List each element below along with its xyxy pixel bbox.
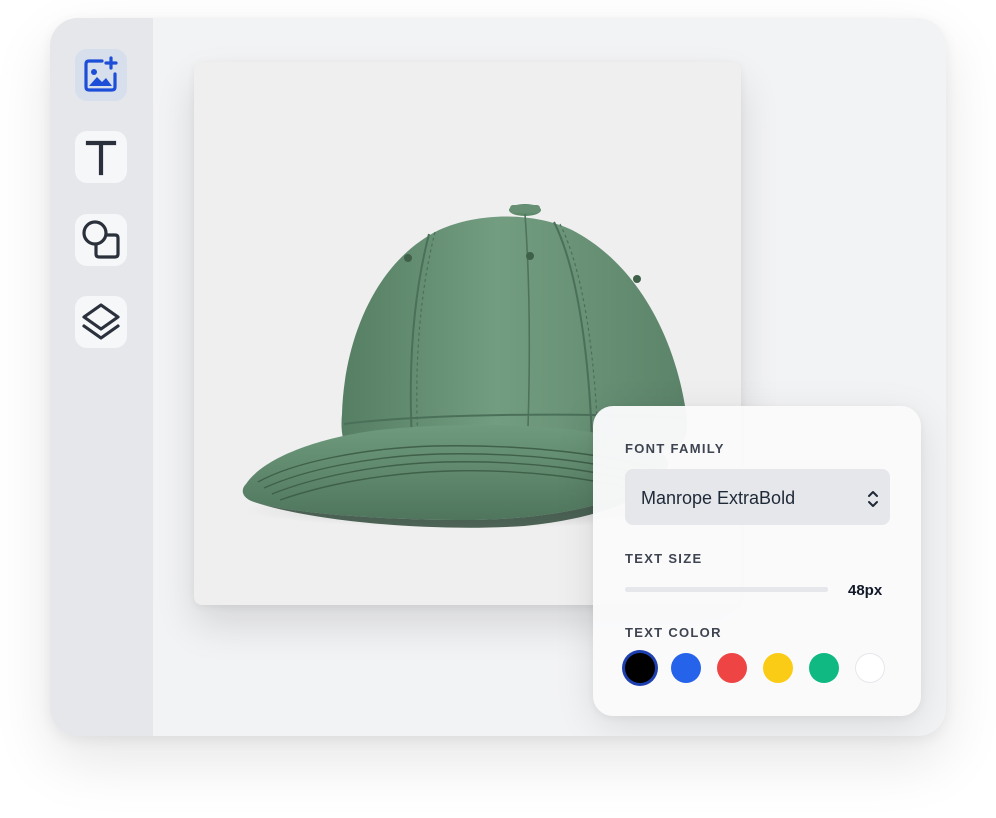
font-family-select[interactable]: Manrope ExtraBold xyxy=(625,469,890,525)
layers-icon xyxy=(82,303,120,340)
font-family-label: FONT FAMILY xyxy=(625,441,725,456)
font-family-value: Manrope ExtraBold xyxy=(641,488,796,508)
color-swatch-green[interactable] xyxy=(809,653,839,683)
tool-sidebar xyxy=(50,18,153,736)
color-swatch-white[interactable] xyxy=(855,653,885,683)
image-plus-icon xyxy=(84,56,118,92)
text-tool-button[interactable] xyxy=(75,131,127,183)
text-size-slider[interactable] xyxy=(625,587,828,592)
color-swatch-blue[interactable] xyxy=(671,653,701,683)
layers-tool-button[interactable] xyxy=(75,296,127,348)
text-style-panel: FONT FAMILY Manrope ExtraBold TEXT SIZE … xyxy=(593,406,921,716)
color-swatch-yellow[interactable] xyxy=(763,653,793,683)
chevron-up-down-icon xyxy=(868,491,878,507)
text-size-label: TEXT SIZE xyxy=(625,551,703,566)
text-size-value: 48px xyxy=(848,582,883,599)
text-size-slider-fill xyxy=(625,587,828,592)
color-swatch-red[interactable] xyxy=(717,653,747,683)
shapes-icon xyxy=(82,220,120,259)
editor-window: FONT FAMILY Manrope ExtraBold TEXT SIZE … xyxy=(50,18,946,736)
add-image-tool-button[interactable] xyxy=(75,49,127,101)
shapes-tool-button[interactable] xyxy=(75,214,127,266)
color-swatch-black[interactable] xyxy=(625,653,655,683)
text-icon xyxy=(85,140,117,176)
text-color-label: TEXT COLOR xyxy=(625,625,722,640)
